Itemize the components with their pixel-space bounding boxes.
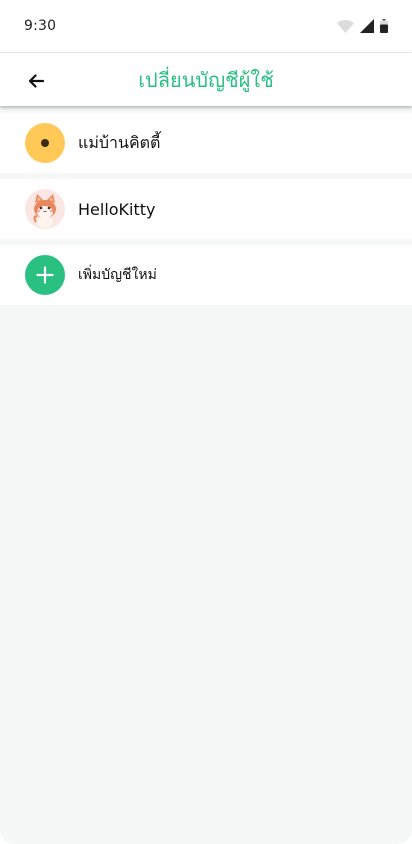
- sunflower-avatar: [25, 123, 65, 163]
- add-account-button[interactable]: เพิ่มบัญชีใหม่: [0, 245, 412, 305]
- screen: 9:30 เปลี่ยนบัญชีผู้ใช้ แม่บ้านคิตตี้ He…: [0, 0, 412, 844]
- account-list: แม่บ้านคิตตี้ HelloKitty เพิ่มบัญชีใหม่: [0, 113, 412, 305]
- status-time: 9:30: [24, 18, 57, 34]
- wifi-icon: [337, 19, 354, 33]
- signal-icon: [360, 19, 374, 33]
- account-row[interactable]: HelloKitty: [0, 179, 412, 239]
- cat-avatar: [25, 189, 65, 229]
- back-button[interactable]: [22, 67, 50, 95]
- status-bar: 9:30: [0, 0, 412, 52]
- cat-icon: [33, 194, 56, 228]
- status-icons: [337, 19, 388, 33]
- arrow-left-icon: [28, 74, 44, 88]
- battery-icon: [380, 19, 388, 33]
- account-name: แม่บ้านคิตตี้: [78, 132, 161, 152]
- app-bar: เปลี่ยนบัญชีผู้ใช้: [0, 52, 412, 106]
- account-row[interactable]: แม่บ้านคิตตี้: [0, 113, 412, 173]
- sunflower-center: [41, 139, 49, 147]
- account-name: HelloKitty: [78, 199, 156, 219]
- plus-icon: [36, 266, 54, 284]
- page-title: เปลี่ยนบัญชีผู้ใช้: [138, 67, 274, 92]
- add-account-label: เพิ่มบัญชีใหม่: [78, 267, 157, 283]
- add-avatar: [25, 255, 65, 295]
